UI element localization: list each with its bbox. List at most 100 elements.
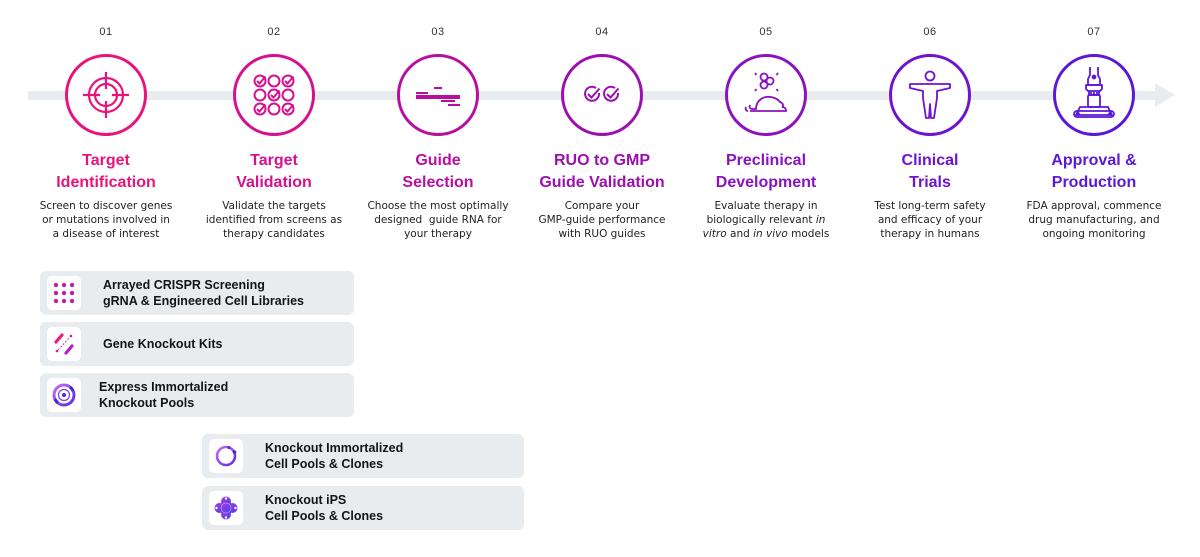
ips-cluster-icon <box>214 496 238 520</box>
step-description: Screen to discover genes or mutations inv… <box>24 199 188 241</box>
express-pools-icon <box>52 383 76 407</box>
product-label: Gene Knockout Kits <box>103 336 222 352</box>
step-desc-line: ongoing monitoring <box>1042 228 1146 240</box>
product-label: Knockout Immortalized Cell Pools & Clones <box>265 440 403 472</box>
product-label-line: Gene Knockout Kits <box>103 337 223 351</box>
step-title-line: Approval & <box>1051 152 1137 169</box>
step-icon-circle <box>65 54 147 136</box>
step-title: Approval & Production <box>1012 150 1176 194</box>
step-title: Target Validation <box>192 150 356 194</box>
ring-cells-icon <box>215 445 237 467</box>
target-crosshair-icon <box>83 72 129 118</box>
product-card-express-immortalized[interactable]: Express Immortalized Knockout Pools <box>40 373 354 417</box>
step-title-line: Clinical <box>901 152 959 169</box>
product-label-line: Knockout Pools <box>99 396 195 410</box>
mouse-cells-icon <box>744 72 787 112</box>
step-title-line: Target <box>82 152 130 169</box>
step-desc-line: your therapy <box>404 228 472 240</box>
robot-arm-conveyor-icon <box>1073 67 1115 118</box>
step-number: 05 <box>759 26 773 38</box>
product-card-knockout-immortalized[interactable]: Knockout Immortalized Cell Pools & Clones <box>202 434 524 478</box>
step-description: Test long-term safety and efficacy of you… <box>848 199 1012 241</box>
step-title: Preclinical Development <box>684 150 848 194</box>
step-icon-circle <box>1053 54 1135 136</box>
product-icon-box <box>47 378 81 412</box>
step-desc-line: and efficacy of your <box>877 214 983 226</box>
step-icon-circle <box>725 54 807 136</box>
product-card-knockout-ips[interactable]: Knockout iPS Cell Pools & Clones <box>202 486 524 530</box>
step-desc-line: identified from screens as <box>205 214 343 226</box>
step-desc-line: a disease of interest <box>52 228 160 240</box>
product-icon-box <box>47 327 81 361</box>
step-desc-line: biologically relevant in <box>706 214 826 226</box>
step-title-line: Preclinical <box>725 152 807 169</box>
step-desc-line: Test long-term safety <box>874 200 986 212</box>
product-label-line: Arrayed CRISPR Screening <box>103 278 265 292</box>
product-icon-box <box>47 276 81 310</box>
step-title-line: Guide <box>415 152 461 169</box>
step-title-line: Selection <box>402 174 474 191</box>
timeline-arrow-icon <box>1155 83 1175 107</box>
step-number: 02 <box>267 26 281 38</box>
product-label-line: Cell Pools & Clones <box>265 457 384 471</box>
product-label: Express Immortalized Knockout Pools <box>99 379 228 411</box>
step-icon-circle <box>397 54 479 136</box>
step-description: FDA approval, commence drug manufacturing… <box>1012 199 1176 241</box>
step-desc-line: Validate the targets <box>222 200 326 212</box>
step-desc-line: with RUO guides <box>558 228 646 240</box>
product-label-line: Knockout iPS <box>265 493 347 507</box>
step-number: 06 <box>923 26 937 38</box>
step-title-line: RUO to GMP <box>554 152 650 169</box>
step-title-line: Production <box>1051 174 1137 191</box>
step-desc-line: Choose the most optimally <box>367 200 509 212</box>
step-icon-circle <box>233 54 315 136</box>
product-icon-box <box>209 491 243 525</box>
step-number: 03 <box>431 26 445 38</box>
step-title-line: Target <box>250 152 298 169</box>
step-desc-line: designed guide RNA for <box>374 214 502 226</box>
double-check-icon <box>584 85 620 102</box>
step-title: Guide Selection <box>356 150 520 194</box>
step-title: Target Identification <box>24 150 188 194</box>
step-desc-line: Evaluate therapy in <box>714 200 818 212</box>
step-title-line: Guide Validation <box>539 174 665 191</box>
step-description: Evaluate therapy in biologically relevant… <box>684 199 848 241</box>
step-number: 07 <box>1087 26 1101 38</box>
step-desc-line: therapy in humans <box>880 228 980 240</box>
step-desc-line: vitro and in vivo models <box>702 228 830 240</box>
step-desc-line: or mutations involved in <box>42 214 170 226</box>
step-icon-circle <box>561 54 643 136</box>
step-desc-line: drug manufacturing, and <box>1028 214 1160 226</box>
step-desc-line: FDA approval, commence <box>1026 200 1162 212</box>
product-label-line: Knockout Immortalized <box>265 441 404 455</box>
product-label-line: Express Immortalized <box>99 380 229 394</box>
array-grid-icon <box>53 282 75 304</box>
checklist-grid-icon <box>253 74 295 116</box>
step-title-line: Development <box>715 174 817 191</box>
step-number: 01 <box>99 26 113 38</box>
step-desc-line: GMP-guide performance <box>538 214 666 226</box>
product-label: Knockout iPS Cell Pools & Clones <box>265 492 383 524</box>
product-card-gene-knockout-kits[interactable]: Gene Knockout Kits <box>40 322 354 366</box>
product-label-line: gRNA & Engineered Cell Libraries <box>103 294 304 308</box>
step-description: Choose the most optimally designed guide … <box>356 199 520 241</box>
step-title: RUO to GMP Guide Validation <box>520 150 684 194</box>
product-icon-box <box>209 439 243 473</box>
human-figure-icon <box>909 70 951 119</box>
step-title: Clinical Trials <box>848 150 1012 194</box>
step-description: Validate the targets identified from scre… <box>192 199 356 241</box>
step-title-line: Identification <box>56 174 156 191</box>
step-title-line: Trials <box>909 174 951 191</box>
step-desc-line: Screen to discover genes <box>39 200 173 212</box>
step-desc-line: Compare your <box>564 200 640 212</box>
product-label: Arrayed CRISPR Screening gRNA & Engineere… <box>103 277 304 309</box>
guide-lines-icon <box>416 87 460 106</box>
step-title-line: Validation <box>236 174 312 191</box>
product-label-line: Cell Pools & Clones <box>265 509 384 523</box>
step-desc-line: therapy candidates <box>223 228 325 240</box>
product-card-arrayed-crispr[interactable]: Arrayed CRISPR Screening gRNA & Engineere… <box>40 271 354 315</box>
step-description: Compare your GMP-guide performance with RU… <box>520 199 684 241</box>
knockout-kit-icon <box>54 333 74 355</box>
step-number: 04 <box>595 26 609 38</box>
step-icon-circle <box>889 54 971 136</box>
